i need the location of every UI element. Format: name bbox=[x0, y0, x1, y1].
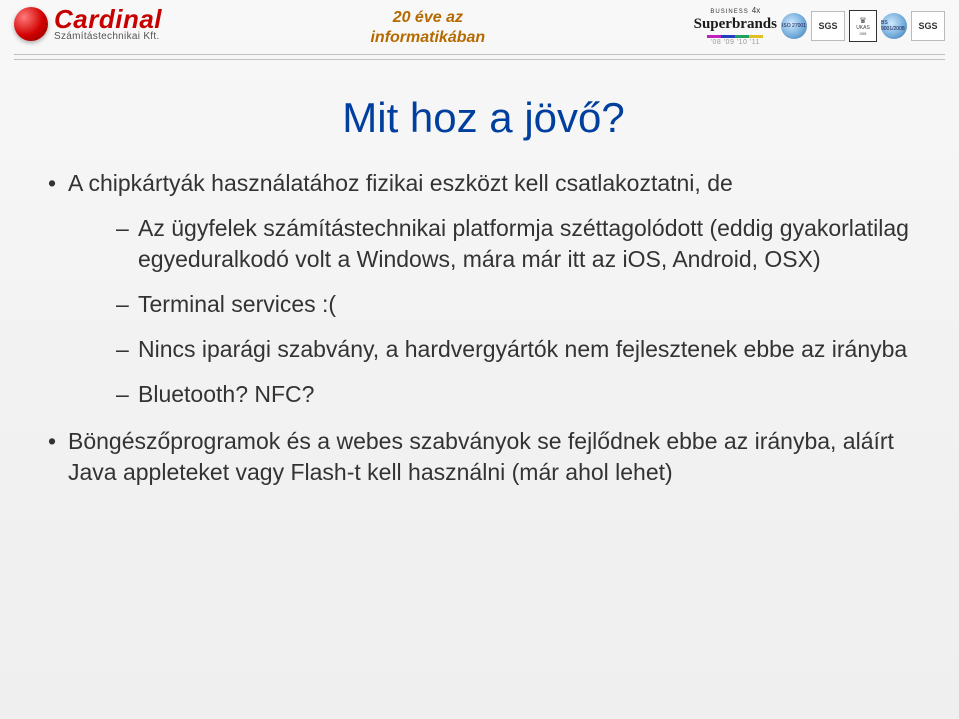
bs-badge: BS 9001/2008 bbox=[881, 6, 907, 46]
sgs-badge-2: SGS bbox=[911, 6, 945, 46]
slide-title: Mit hoz a jövő? bbox=[48, 94, 919, 142]
slide-body: Mit hoz a jövő? A chipkártyák használatá… bbox=[0, 60, 959, 488]
iso-badge: ISO 27001 bbox=[781, 6, 807, 46]
iso-circle-icon: ISO 27001 bbox=[781, 13, 807, 39]
tagline-line2: informatikában bbox=[370, 28, 485, 48]
superbrands-color-bar bbox=[707, 35, 763, 38]
superbrands-main: Superbrands bbox=[694, 16, 777, 33]
bullet-list: A chipkártyák használatához fizikai eszk… bbox=[48, 168, 919, 488]
bullet-item: A chipkártyák használatához fizikai eszk… bbox=[48, 168, 919, 410]
bs-circle-icon: BS 9001/2008 bbox=[881, 13, 907, 39]
superbrands-top: BUSINESS bbox=[710, 9, 748, 15]
sub-bullet-list: Az ügyfelek számítástechnikai platformja… bbox=[116, 213, 919, 410]
logo-name: Cardinal bbox=[54, 6, 162, 32]
superbrands-badge: BUSINESS 4x Superbrands '08 '09 '10 '11 bbox=[694, 6, 777, 46]
brand-logo: Cardinal Számítástechnikai Kft. bbox=[14, 6, 162, 42]
sub-bullet-item: Nincs iparági szabvány, a hardvergyártók… bbox=[116, 334, 919, 365]
sub-bullet-item: Terminal services :( bbox=[116, 289, 919, 320]
bullet-text: A chipkártyák használatához fizikai eszk… bbox=[68, 170, 733, 196]
logo-subtitle: Számítástechnikai Kft. bbox=[54, 32, 162, 42]
logo-sphere-icon bbox=[14, 7, 48, 41]
superbrands-years: '08 '09 '10 '11 bbox=[711, 39, 760, 46]
superbrands-prefix: 4x bbox=[752, 6, 760, 15]
header-tagline: 20 éve az informatikában bbox=[370, 8, 485, 48]
bullet-text: Böngészőprogramok és a webes szabványok … bbox=[68, 428, 894, 485]
sgs-badge-1: SGS bbox=[811, 6, 845, 46]
certification-badges: BUSINESS 4x Superbrands '08 '09 '10 '11 … bbox=[694, 6, 945, 46]
crown-icon bbox=[859, 16, 866, 25]
bullet-item: Böngészőprogramok és a webes szabványok … bbox=[48, 426, 919, 488]
tagline-line1: 20 éve az bbox=[370, 8, 485, 28]
slide-header: Cardinal Számítástechnikai Kft. 20 éve a… bbox=[0, 0, 959, 54]
sub-bullet-item: Bluetooth? NFC? bbox=[116, 379, 919, 410]
sgs-box-icon: SGS bbox=[811, 11, 845, 41]
logo-text: Cardinal Számítástechnikai Kft. bbox=[54, 6, 162, 42]
sgs-box-icon-2: SGS bbox=[911, 11, 945, 41]
ukas-badge: UKAS 005 bbox=[849, 6, 877, 46]
ukas-box-icon: UKAS 005 bbox=[849, 10, 877, 42]
sub-bullet-item: Az ügyfelek számítástechnikai platformja… bbox=[116, 213, 919, 275]
